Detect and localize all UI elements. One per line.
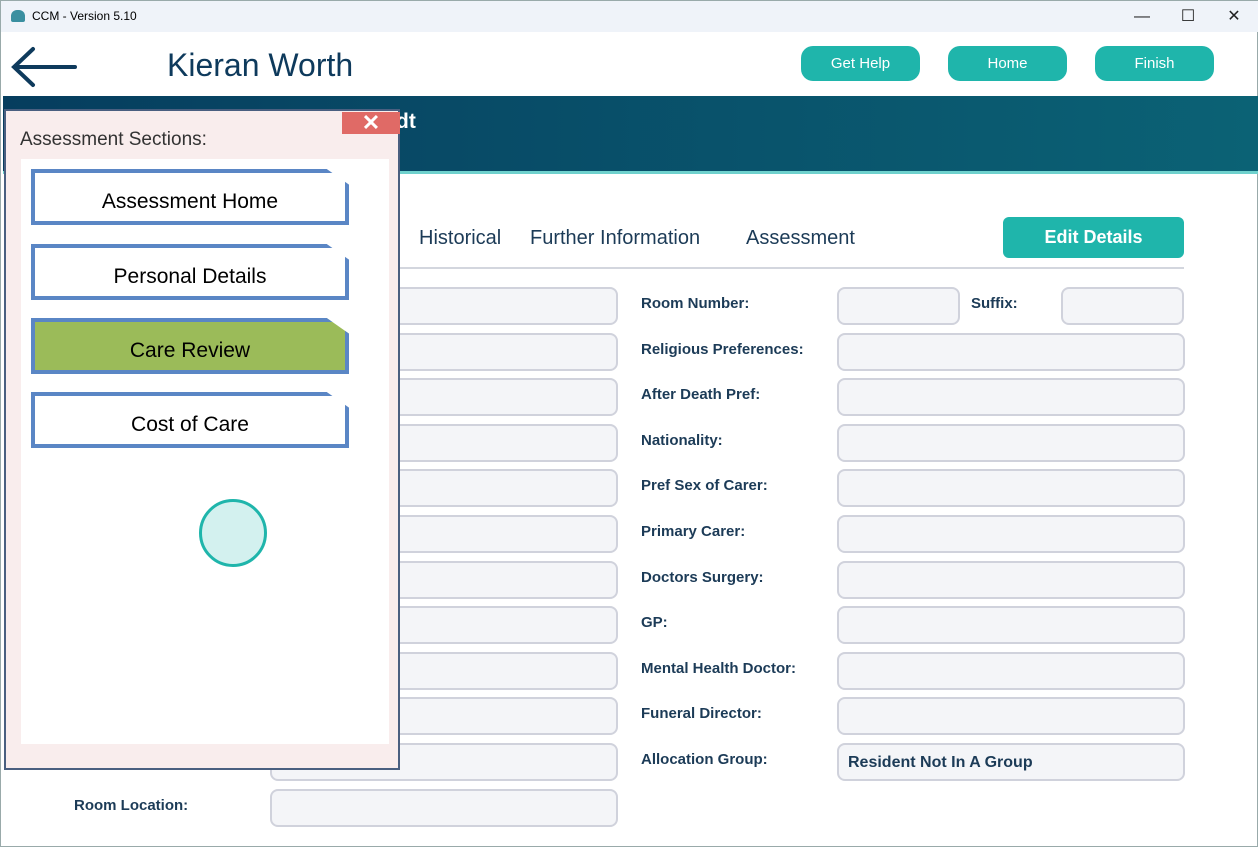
field-input[interactable]	[837, 515, 1185, 553]
app-icon	[11, 10, 25, 22]
field-label: Doctors Surgery:	[641, 568, 764, 586]
suffix-label: Suffix:	[971, 295, 1018, 312]
window-title: CCM - Version 5.10	[32, 9, 137, 23]
field-input[interactable]	[837, 287, 960, 325]
room-location-field[interactable]	[270, 789, 618, 827]
field-input[interactable]	[837, 423, 1185, 462]
home-button[interactable]: Home	[948, 46, 1067, 81]
field-label: Allocation Group:	[641, 751, 768, 768]
minimize-button[interactable]: —	[1119, 5, 1165, 29]
field-input[interactable]	[837, 469, 1185, 508]
edit-details-button[interactable]: Edit Details	[1003, 217, 1184, 258]
section-cost-of-care[interactable]: Cost of Care	[31, 392, 349, 448]
maximize-button[interactable]: ☐	[1165, 5, 1211, 29]
room-location-label: Room Location:	[74, 797, 189, 814]
assessment-sections-popup: Assessment Sections: ✕ Assessment Home P…	[4, 109, 400, 770]
field-label: Religious Preferences:	[641, 340, 804, 358]
section-assessment-home[interactable]: Assessment Home	[31, 169, 349, 225]
field-input[interactable]	[837, 697, 1185, 736]
title-bar: CCM - Version 5.10 — ☐ ✕	[1, 1, 1258, 32]
field-input[interactable]	[837, 560, 1185, 599]
field-label: Room Number:	[641, 295, 750, 312]
tab-divider	[396, 267, 1184, 269]
field-input[interactable]: Resident Not In A Group	[837, 743, 1185, 781]
get-help-button[interactable]: Get Help	[801, 46, 920, 81]
back-arrow-icon[interactable]	[9, 45, 77, 89]
section-personal-details[interactable]: Personal Details	[31, 244, 349, 300]
tab-historical[interactable]: Historical	[419, 227, 501, 250]
tab-further-information[interactable]: Further Information	[530, 227, 700, 250]
close-button[interactable]: ✕	[1211, 5, 1257, 29]
loading-indicator	[199, 499, 267, 567]
field-label: Primary Carer:	[641, 523, 746, 540]
field-input[interactable]	[837, 606, 1185, 645]
field-label: After Death Pref:	[641, 386, 761, 404]
section-care-review[interactable]: Care Review	[31, 318, 349, 374]
field-input[interactable]	[837, 651, 1185, 690]
finish-button[interactable]: Finish	[1095, 46, 1214, 81]
field-label: Nationality:	[641, 431, 723, 449]
suffix-field[interactable]	[1061, 287, 1184, 325]
popup-heading: Assessment Sections:	[20, 129, 207, 150]
field-label: Mental Health Doctor:	[641, 659, 797, 677]
field-label: GP:	[641, 614, 668, 632]
field-label: Funeral Director:	[641, 705, 762, 723]
popup-close-button[interactable]: ✕	[342, 112, 400, 134]
resident-name: Kieran Worth	[167, 47, 354, 83]
tab-assessment[interactable]: Assessment	[746, 227, 855, 250]
field-label: Pref Sex of Carer:	[641, 477, 768, 495]
field-input[interactable]	[837, 332, 1185, 371]
field-input[interactable]	[837, 378, 1185, 417]
